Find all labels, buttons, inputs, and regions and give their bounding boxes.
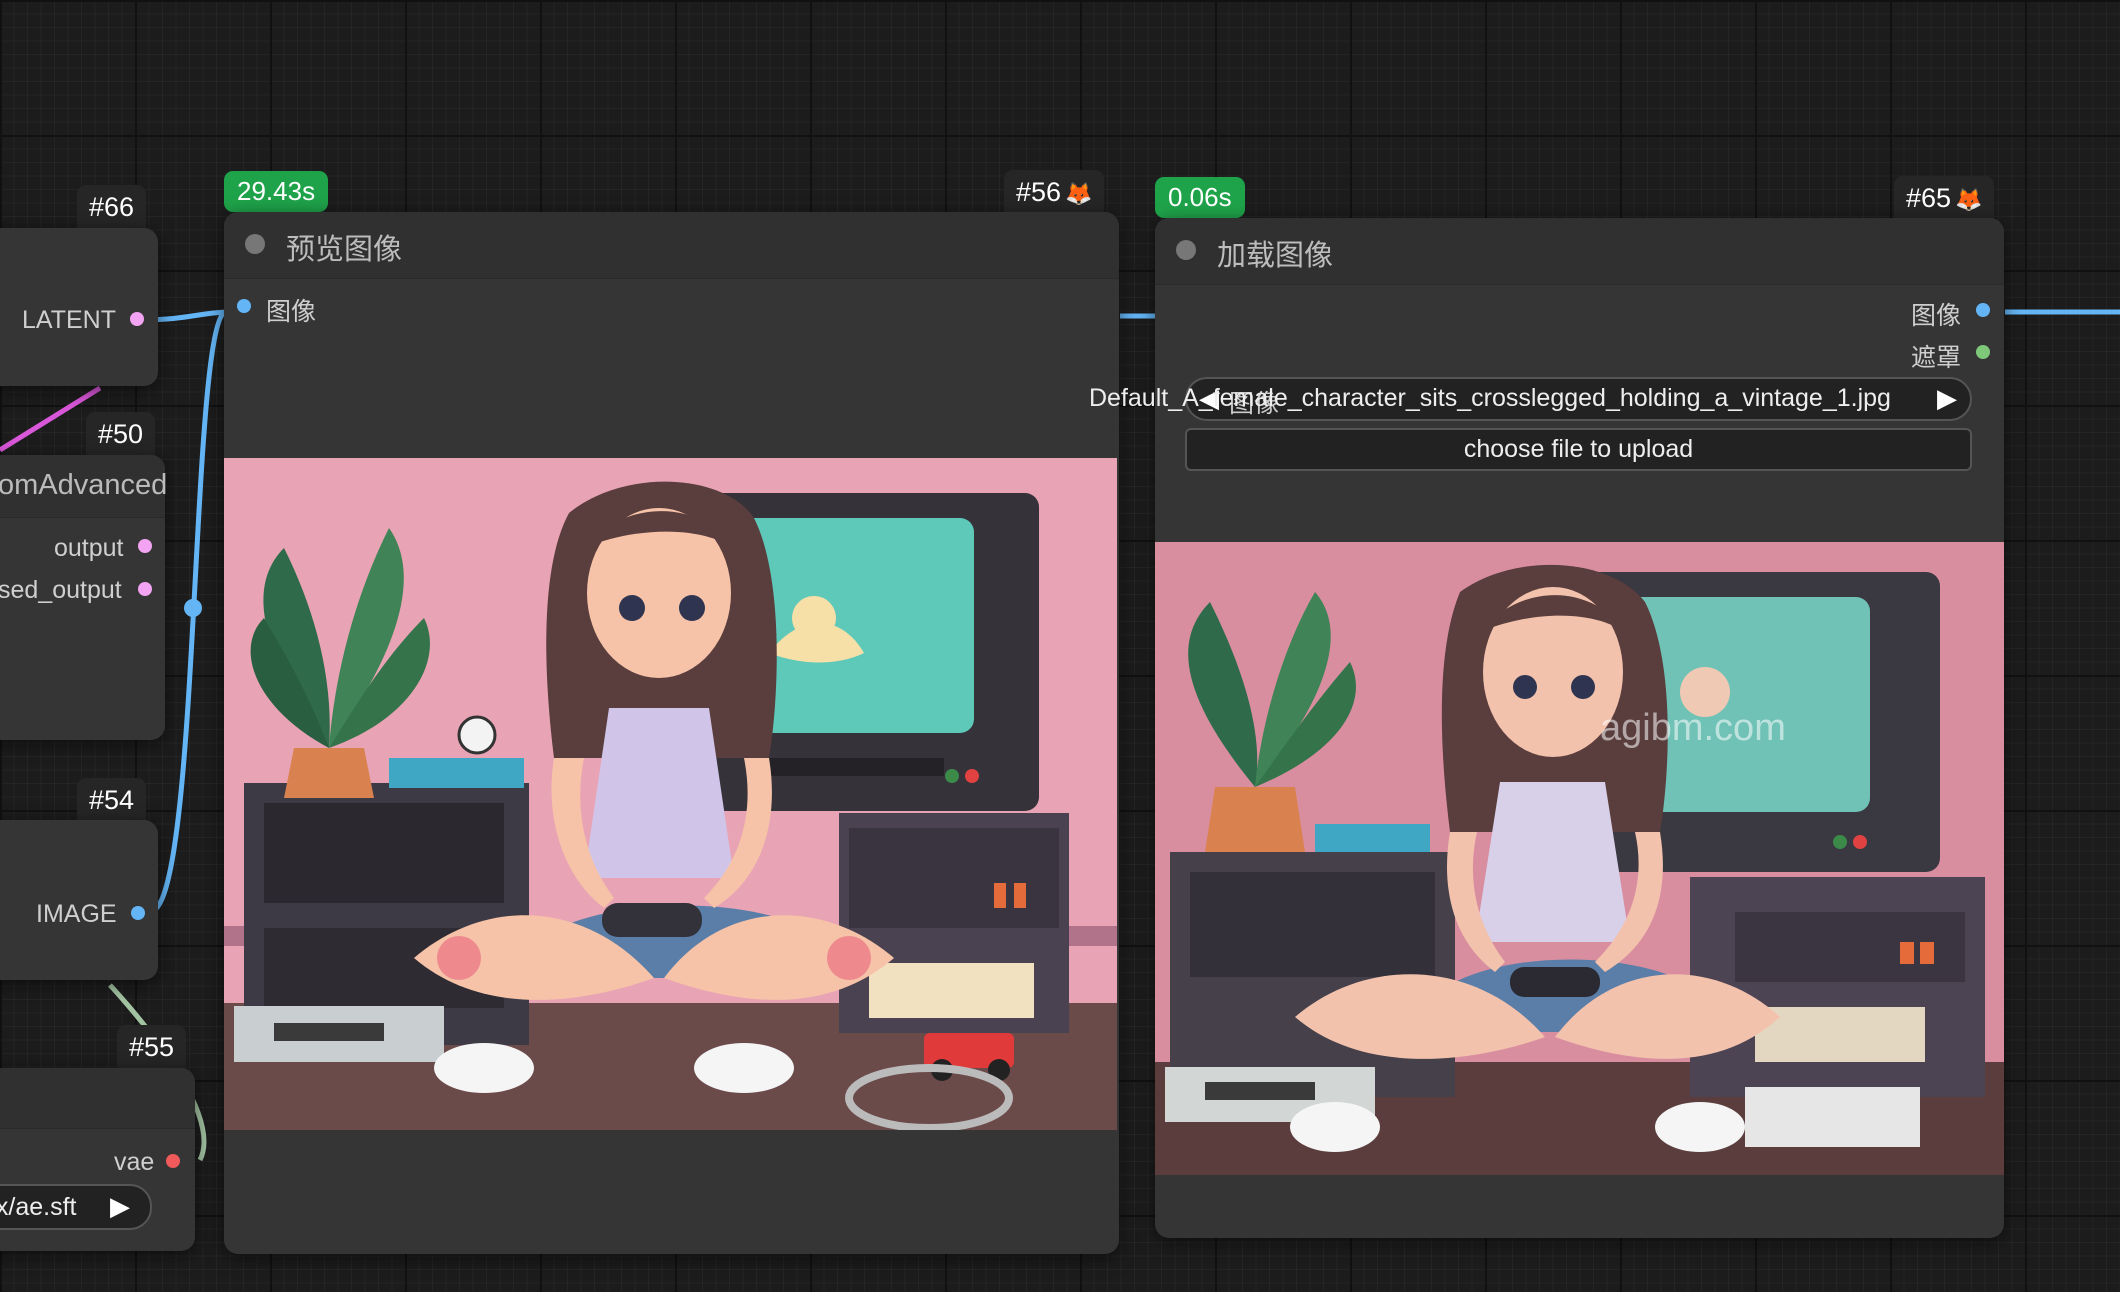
node-50-output-port-1[interactable] (138, 582, 152, 596)
node-graph-canvas[interactable]: #66 LATENT #50 omAdvanced output sed_out… (0, 0, 2120, 1292)
node-55-widget[interactable]: ux/ae.sft ▶ (0, 1184, 152, 1230)
preview-node-title: 预览图像 (286, 234, 403, 266)
preview-image-node[interactable]: 预览图像 图像 (224, 212, 1119, 1254)
preview-node-id: #56 (1016, 177, 1062, 207)
node-50-title: omAdvanced (0, 469, 168, 501)
load-node-id-tag: #65 🦊 (1894, 176, 1995, 222)
node-50-output-label-0: output (54, 534, 124, 562)
collapse-dot-icon[interactable] (1176, 240, 1196, 260)
node-55-output-label: vae (114, 1148, 155, 1176)
load-output-port-image[interactable] (1976, 303, 1990, 317)
node-54-output-label: IMAGE (36, 900, 117, 928)
load-exec-time-badge: 0.06s (1155, 177, 1245, 218)
preview-input-port[interactable] (237, 299, 251, 313)
load-file-combo[interactable]: ◀ 图像 Default_A_female_character_sits_cro… (1089, 377, 1972, 421)
load-output-label-image: 图像 (1911, 302, 1962, 330)
node-50[interactable]: omAdvanced output sed_output (0, 455, 168, 740)
node-50-output-label-1: sed_output (0, 576, 122, 604)
link-pink (0, 385, 102, 453)
load-node-title: 加载图像 (1217, 240, 1334, 272)
node-54[interactable]: IMAGE (0, 820, 158, 980)
node-55-widget-value: ux/ae.sft (0, 1193, 77, 1221)
node-50-id: #50 (86, 412, 156, 458)
load-output-label-mask: 遮罩 (1911, 344, 1962, 372)
node-66-output-label: LATENT (22, 306, 116, 334)
node-66-output-port[interactable] (130, 312, 144, 326)
node-54-id: #54 (77, 778, 147, 824)
preview-input-label: 图像 (266, 298, 317, 326)
load-file-value: Default_A_female_character_sits_crossleg… (1089, 384, 1891, 412)
node-66-id: #66 (77, 185, 147, 231)
node-50-output-port-0[interactable] (138, 539, 152, 553)
fox-icon: 🦊 (1065, 181, 1093, 206)
choose-file-upload-button[interactable]: choose file to upload (1185, 428, 1972, 471)
node-54-output-port[interactable] (131, 906, 145, 920)
collapse-dot-icon[interactable] (245, 234, 265, 254)
fox-icon: 🦊 (1955, 187, 1983, 212)
load-output-port-mask[interactable] (1976, 345, 1990, 359)
next-arrow-icon[interactable]: ▶ (110, 1191, 130, 1222)
link-reroute-dot (184, 599, 202, 617)
node-66[interactable]: LATENT (0, 228, 158, 386)
preview-node-id-tag: #56 🦊 (1004, 170, 1105, 216)
preview-exec-time-badge: 29.43s (224, 171, 329, 212)
node-55-id: #55 (117, 1025, 187, 1071)
load-image-node[interactable]: 加载图像 图像 遮罩 ◀ 图像 Default_A_female_charact… (1089, 218, 2004, 1238)
node-55-output-port[interactable] (166, 1154, 180, 1168)
watermark-text: agibm.com (1600, 707, 1786, 749)
next-arrow-icon[interactable]: ▶ (1937, 383, 1957, 414)
node-55[interactable]: vae ux/ae.sft ▶ (0, 1068, 195, 1251)
loaded-image-preview: agibm.com (1155, 542, 2004, 1175)
load-node-id: #65 (1906, 183, 1952, 213)
preview-output-image (224, 458, 1117, 1130)
